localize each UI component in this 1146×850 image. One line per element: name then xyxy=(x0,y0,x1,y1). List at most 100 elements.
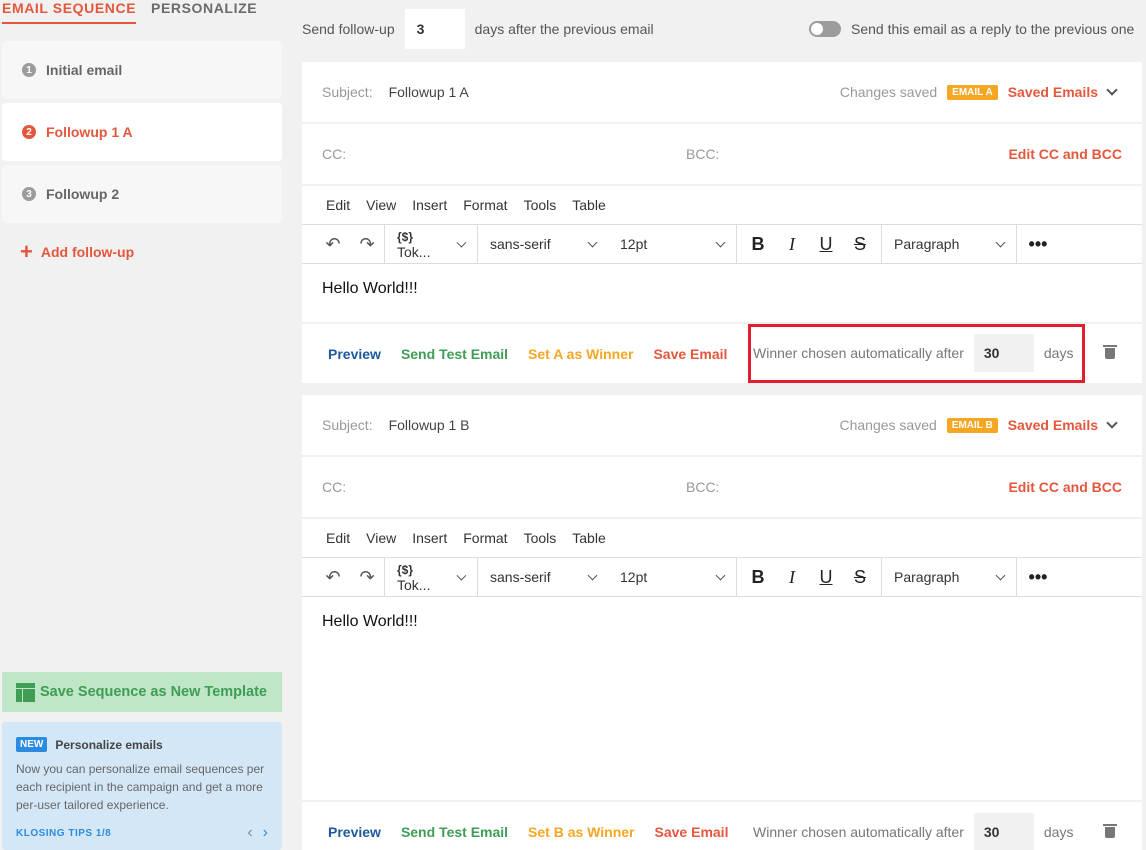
trash-icon[interactable] xyxy=(1103,345,1117,359)
followup-days-input[interactable] xyxy=(404,9,465,49)
token-select[interactable]: {$} Tok... xyxy=(385,225,477,263)
tips-title: Personalize emails xyxy=(55,737,163,752)
font-family-select[interactable]: sans-serif xyxy=(478,558,608,596)
add-followup-button[interactable]: + Add follow-up xyxy=(20,241,134,263)
chevron-left-icon[interactable]: ‹ xyxy=(247,824,252,842)
menu-tools[interactable]: Tools xyxy=(524,197,557,213)
strikethrough-icon[interactable]: S xyxy=(843,558,877,596)
font-family-value: sans-serif xyxy=(490,236,551,252)
winner-days-input[interactable] xyxy=(973,334,1034,372)
subject-value[interactable]: Followup 1 A xyxy=(389,84,469,100)
italic-icon[interactable]: I xyxy=(775,558,809,596)
block-format-value: Paragraph xyxy=(894,236,960,252)
email-body-editor[interactable]: Hello World!!! xyxy=(302,264,1142,314)
tab-email-sequence[interactable]: EMAIL SEQUENCE xyxy=(2,0,137,24)
redo-icon[interactable]: ↷ xyxy=(350,558,384,596)
subject-label: Subject: xyxy=(322,417,373,433)
menu-insert[interactable]: Insert xyxy=(412,530,447,546)
menu-insert[interactable]: Insert xyxy=(412,197,447,213)
block-format-select[interactable]: Paragraph xyxy=(882,558,1016,596)
bold-icon[interactable]: B xyxy=(741,558,775,596)
trash-icon[interactable] xyxy=(1103,824,1117,838)
preview-button[interactable]: Preview xyxy=(328,824,381,840)
menu-edit[interactable]: Edit xyxy=(326,197,350,213)
winner-suffix: days xyxy=(1043,345,1074,361)
font-family-value: sans-serif xyxy=(490,569,551,585)
strikethrough-icon[interactable]: S xyxy=(843,225,877,263)
step-followup-2[interactable]: 3 Followup 2 xyxy=(2,165,282,223)
send-test-email-button[interactable]: Send Test Email xyxy=(401,346,508,362)
menu-edit[interactable]: Edit xyxy=(326,530,350,546)
step-label: Followup 2 xyxy=(46,186,120,202)
winner-prefix: Winner chosen automatically after xyxy=(753,824,964,840)
tab-personalize[interactable]: PERSONALIZE xyxy=(151,0,257,16)
new-badge: NEW xyxy=(16,737,48,752)
redo-icon[interactable]: ↷ xyxy=(350,225,384,263)
menu-table[interactable]: Table xyxy=(572,530,605,546)
menu-table[interactable]: Table xyxy=(572,197,605,213)
italic-icon[interactable]: I xyxy=(775,225,809,263)
saved-emails-dropdown[interactable]: Saved Emails xyxy=(1008,84,1098,100)
email-variant-badge: EMAIL A xyxy=(947,84,998,100)
underline-icon[interactable]: U xyxy=(809,225,843,263)
save-email-button[interactable]: Save Email xyxy=(655,824,729,840)
step-followup-1a[interactable]: 2 Followup 1 A xyxy=(2,103,282,161)
menu-view[interactable]: View xyxy=(366,197,396,213)
editor-toolbar: ↶ ↷ {$} Tok... sans-serif 12pt B I U S P… xyxy=(302,224,1142,264)
editor-menu-bar: Edit View Insert Format Tools Table xyxy=(302,186,1142,224)
template-icon xyxy=(16,683,35,702)
winner-days-input[interactable] xyxy=(973,813,1034,850)
bold-icon[interactable]: B xyxy=(741,225,775,263)
save-email-button[interactable]: Save Email xyxy=(653,346,727,362)
tips-body: Now you can personalize email sequences … xyxy=(16,762,265,812)
edit-cc-bcc-link[interactable]: Edit CC and BCC xyxy=(1008,146,1122,162)
menu-tools[interactable]: Tools xyxy=(524,530,557,546)
tips-counter: KLOSING TIPS 1/8 xyxy=(16,827,112,839)
winner-auto-select: Winner chosen automatically after days xyxy=(753,813,1073,850)
save-template-label: Save Sequence as New Template xyxy=(40,684,268,700)
menu-view[interactable]: View xyxy=(366,530,396,546)
editor-toolbar: ↶ ↷ {$} Tok... sans-serif 12pt B I U S P… xyxy=(302,557,1142,597)
main-content: Send follow-up days after the previous e… xyxy=(302,0,1142,850)
block-format-select[interactable]: Paragraph xyxy=(882,225,1016,263)
chevron-down-icon[interactable] xyxy=(1106,84,1118,96)
chevron-down-icon[interactable] xyxy=(1106,417,1118,429)
step-number-badge: 3 xyxy=(22,187,36,201)
subject-row-b: Subject: Followup 1 B Changes saved EMAI… xyxy=(302,395,1142,455)
chevron-down-icon xyxy=(587,570,598,580)
followup-delay-bar: Send follow-up days after the previous e… xyxy=(302,9,1142,49)
changes-saved-text: Changes saved xyxy=(839,84,938,100)
chevron-down-icon xyxy=(456,570,467,580)
underline-icon[interactable]: U xyxy=(809,558,843,596)
font-size-select[interactable]: 12pt xyxy=(608,558,736,596)
email-body-editor[interactable]: Hello World!!! xyxy=(302,597,1142,647)
token-select[interactable]: {$} Tok... xyxy=(385,558,477,596)
edit-cc-bcc-link[interactable]: Edit CC and BCC xyxy=(1008,479,1122,495)
send-test-email-button[interactable]: Send Test Email xyxy=(401,824,508,840)
chevron-right-icon[interactable]: › xyxy=(263,824,268,842)
chevron-down-icon xyxy=(587,237,598,247)
step-label: Followup 1 A xyxy=(46,124,133,140)
undo-icon[interactable]: ↶ xyxy=(316,558,350,596)
menu-format[interactable]: Format xyxy=(463,197,507,213)
followup-prefix: Send follow-up xyxy=(302,21,395,37)
save-template-button[interactable]: Save Sequence as New Template xyxy=(2,672,282,712)
step-initial-email[interactable]: 1 Initial email xyxy=(2,41,282,99)
undo-icon[interactable]: ↶ xyxy=(316,225,350,263)
menu-format[interactable]: Format xyxy=(463,530,507,546)
set-winner-button[interactable]: Set B as Winner xyxy=(528,824,634,840)
font-size-select[interactable]: 12pt xyxy=(608,225,736,263)
reply-toggle[interactable] xyxy=(809,21,841,37)
preview-button[interactable]: Preview xyxy=(328,346,381,362)
action-row-a: Preview Send Test Email Set A as Winner … xyxy=(302,324,1142,383)
block-format-value: Paragraph xyxy=(894,569,960,585)
more-options-icon[interactable]: ••• xyxy=(1017,225,1059,263)
chevron-down-icon xyxy=(995,570,1006,580)
set-winner-button[interactable]: Set A as Winner xyxy=(528,346,633,362)
more-options-icon[interactable]: ••• xyxy=(1017,558,1059,596)
saved-emails-dropdown[interactable]: Saved Emails xyxy=(1008,417,1098,433)
cc-label: CC: xyxy=(322,146,347,162)
winner-prefix: Winner chosen automatically after xyxy=(753,345,964,361)
subject-value[interactable]: Followup 1 B xyxy=(389,417,470,433)
font-family-select[interactable]: sans-serif xyxy=(478,225,608,263)
